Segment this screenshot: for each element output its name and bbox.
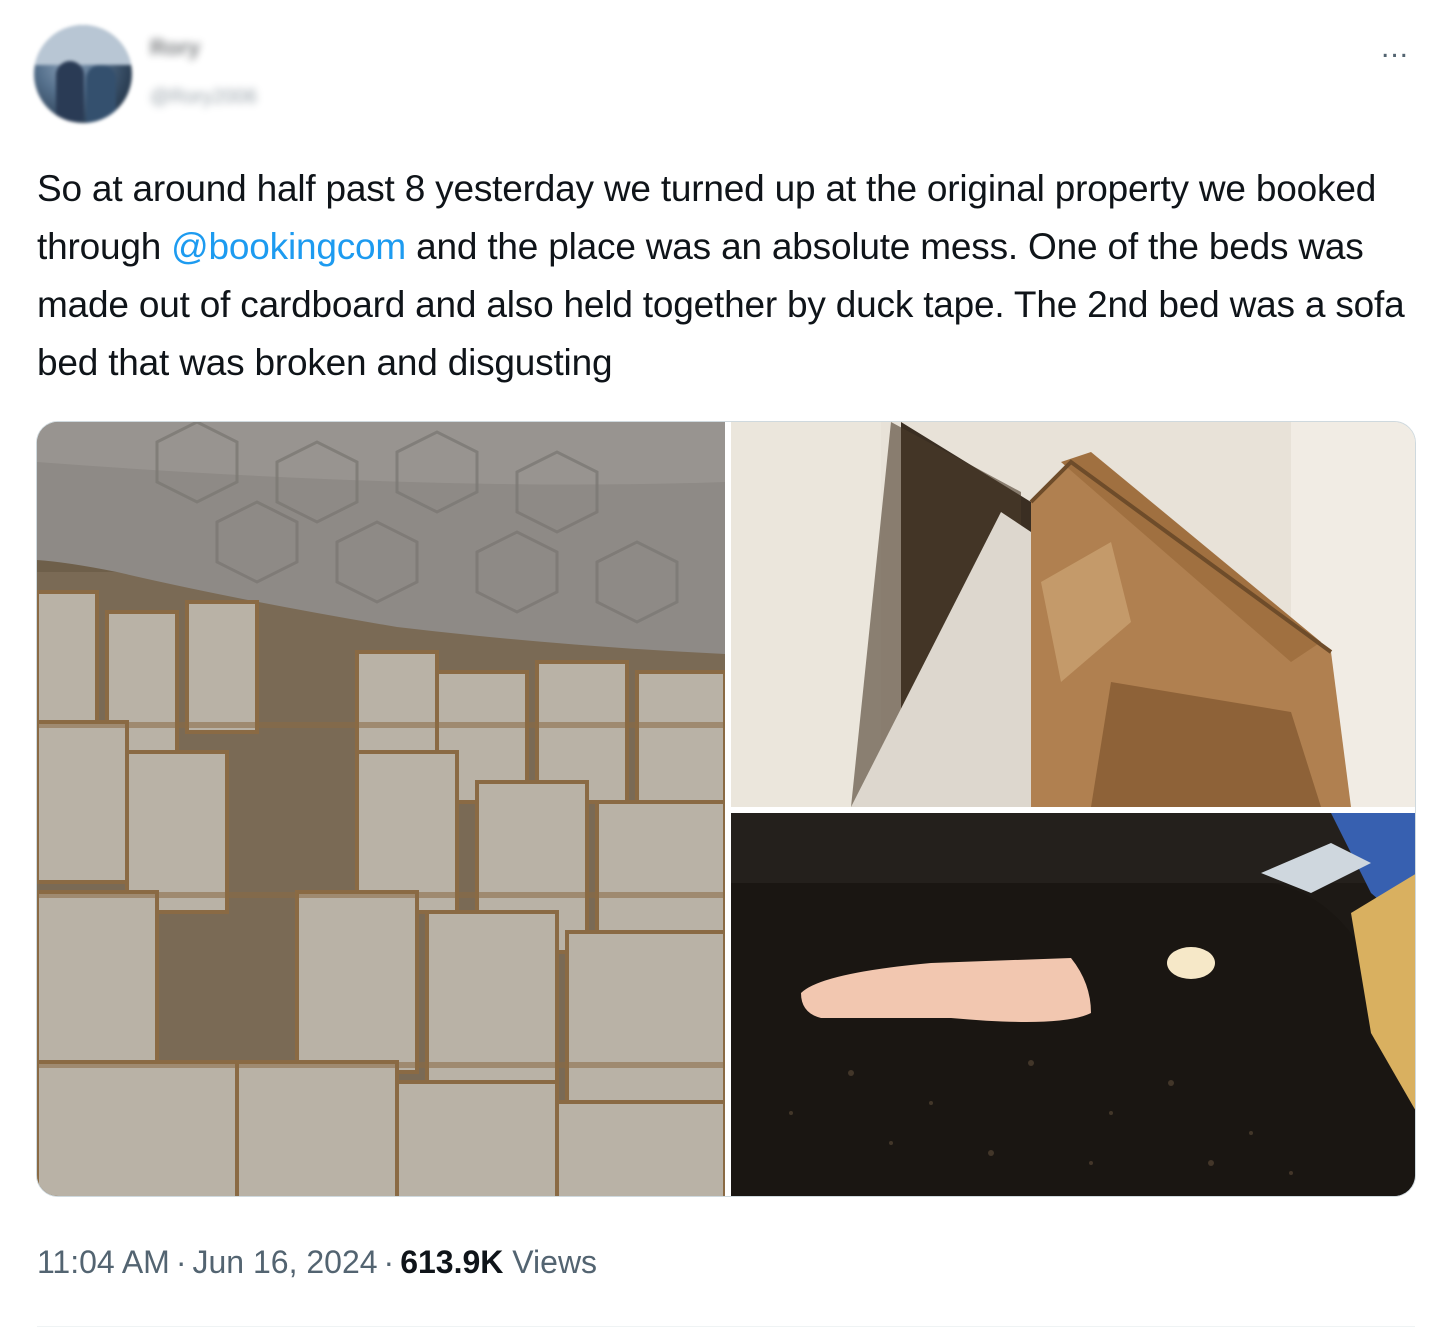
more-icon: ...	[1380, 31, 1409, 64]
avatar[interactable]	[34, 25, 132, 123]
divider	[37, 1326, 1415, 1327]
photo-broken-sofa-bed[interactable]	[731, 813, 1415, 1196]
photo-cardboard-closeup[interactable]	[731, 422, 1415, 807]
tweet-meta: 11:04 AM · Jun 16, 2024 · 613.9K Views	[37, 1240, 597, 1284]
tweet-time[interactable]: 11:04 AM	[37, 1244, 170, 1280]
author-handle[interactable]: @Rory2006	[150, 84, 257, 110]
author-info: Rory @Rory2006	[150, 34, 257, 110]
tweet: Rory @Rory2006 ... So at around half pas…	[0, 0, 1440, 1342]
tweet-text: So at around half past 8 yesterday we tu…	[37, 160, 1413, 392]
photo-cardboard-bed-base[interactable]	[37, 422, 725, 1196]
tweet-date[interactable]: Jun 16, 2024	[192, 1244, 377, 1280]
mention-link[interactable]: @bookingcom	[171, 226, 406, 267]
author-name[interactable]: Rory	[150, 34, 257, 62]
separator-1: ·	[175, 1244, 187, 1280]
more-options-button[interactable]: ...	[1374, 30, 1416, 66]
views-label: Views	[512, 1244, 598, 1280]
media-grid	[36, 421, 1416, 1197]
separator-2: ·	[383, 1244, 395, 1280]
views-count: 613.9K	[400, 1244, 504, 1280]
